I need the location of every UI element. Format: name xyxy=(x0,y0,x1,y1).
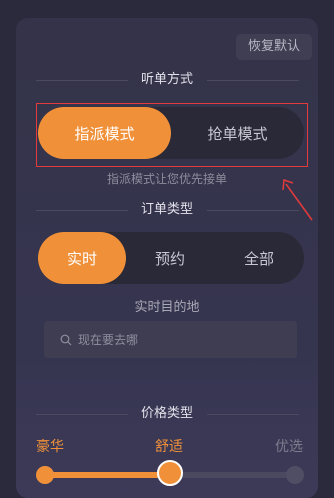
search-placeholder: 现在要去哪 xyxy=(78,333,139,347)
order-option-reserve[interactable]: 预约 xyxy=(126,232,214,284)
price-option-luxury[interactable]: 豪华 xyxy=(36,436,64,456)
divider-right xyxy=(207,80,299,81)
highlight-box xyxy=(36,103,308,167)
order-option-all[interactable]: 全部 xyxy=(214,232,304,284)
divider-right xyxy=(207,414,299,415)
search-icon xyxy=(60,334,72,345)
price-option-preferred[interactable]: 优选 xyxy=(275,436,303,456)
listen-mode-title: 听单方式 xyxy=(16,70,318,90)
price-slider-track xyxy=(172,472,296,478)
destination-search-input[interactable]: 现在要去哪 xyxy=(44,321,297,358)
order-option-realtime[interactable]: 实时 xyxy=(38,232,126,284)
order-type-selector: 实时 预约 全部 xyxy=(38,232,304,284)
divider-left xyxy=(36,414,128,415)
price-slider-stop-preferred[interactable] xyxy=(286,466,304,484)
destination-title: 实时目的地 xyxy=(134,300,200,315)
price-slider-handle[interactable] xyxy=(157,460,183,486)
order-type-title: 订单类型 xyxy=(16,200,318,220)
price-slider-track-filled xyxy=(44,472,172,478)
divider-right xyxy=(207,210,299,211)
divider-left xyxy=(36,210,128,211)
price-type-title: 价格类型 xyxy=(16,404,318,424)
divider-left xyxy=(36,80,128,81)
price-slider-stop-luxury[interactable] xyxy=(36,466,54,484)
listen-mode-hint: 指派模式让您优先接单 xyxy=(106,172,227,186)
price-option-comfort[interactable]: 舒适 xyxy=(155,436,183,456)
reset-default-button[interactable]: 恢复默认 xyxy=(236,34,312,60)
